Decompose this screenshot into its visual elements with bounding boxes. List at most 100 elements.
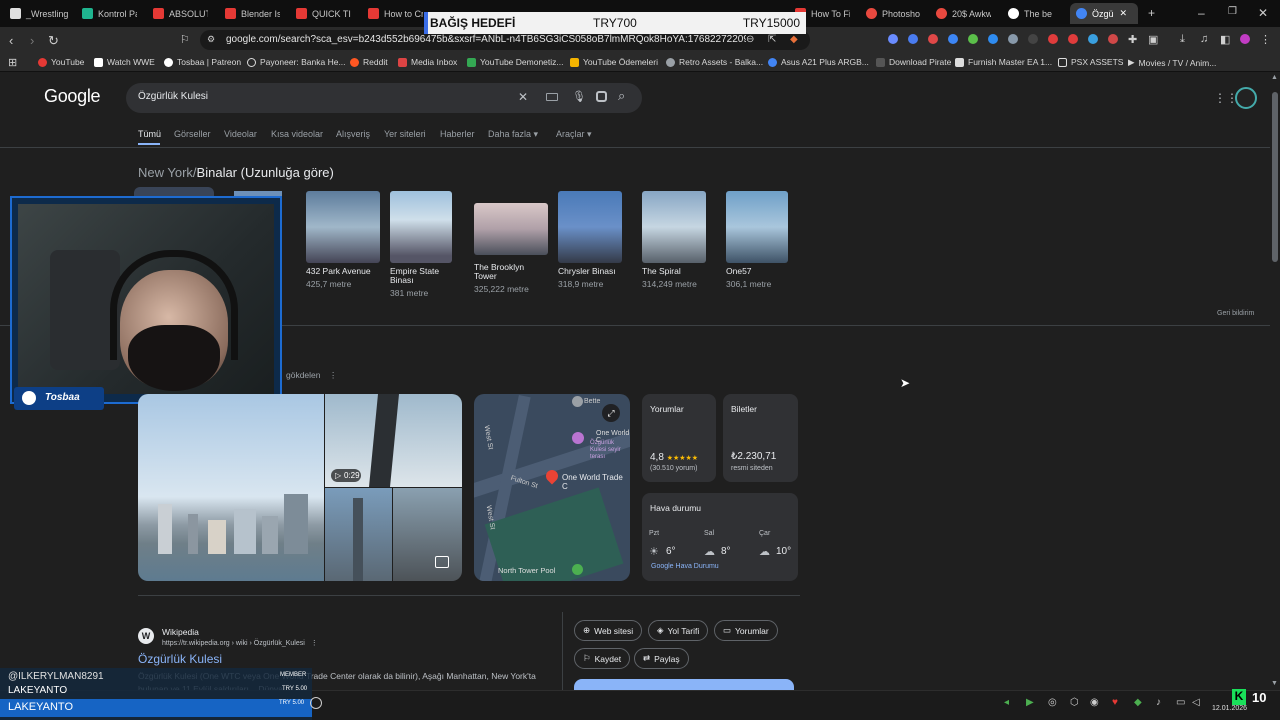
building-card[interactable]: 432 Park Avenue 425,7 metre: [306, 191, 380, 289]
scroll-down-icon[interactable]: ▼: [1271, 680, 1278, 687]
building-card[interactable]: The Spiral 314,249 metre: [642, 191, 706, 289]
nav-news[interactable]: Haberler: [440, 129, 475, 139]
scrollbar-thumb[interactable]: [1272, 92, 1278, 262]
google-logo[interactable]: Google: [44, 86, 101, 107]
search-icon[interactable]: ⌕: [618, 88, 625, 104]
keyboard-icon[interactable]: [546, 93, 558, 101]
website-button[interactable]: ⊕ Web sitesi: [574, 620, 643, 641]
feedback-link[interactable]: Geri bildirim: [1217, 310, 1254, 317]
tray-icon[interactable]: ◂: [1004, 697, 1009, 708]
play-icon[interactable]: ▶: [1026, 697, 1034, 708]
entity-image[interactable]: [325, 488, 392, 581]
tab[interactable]: 20$ Awkw: [936, 3, 991, 24]
weather-link[interactable]: Google Hava Durumu: [651, 563, 719, 570]
extension-icon[interactable]: [1008, 34, 1018, 44]
bookmark-item[interactable]: Furnish Master EA 1...: [955, 57, 1052, 67]
extension-icon[interactable]: [948, 34, 958, 44]
nav-places[interactable]: Yer siteleri: [384, 129, 426, 139]
bookmark-item[interactable]: Tosbaa | Patreon: [164, 57, 241, 67]
menu-icon[interactable]: ⋮: [1260, 33, 1271, 46]
save-button[interactable]: ⚐ Kaydet: [574, 648, 631, 669]
bookmark-folder[interactable]: PSX ASSETS: [1058, 57, 1123, 67]
volume-icon[interactable]: ◁: [1192, 697, 1200, 708]
bookmark-item[interactable]: Reddit: [350, 57, 388, 67]
more-options-icon[interactable]: ⋮: [329, 370, 338, 380]
sidepanel-icon[interactable]: ▣: [1148, 33, 1158, 46]
building-card[interactable]: The Brooklyn Tower 325,222 metre: [474, 191, 548, 294]
nav-tools[interactable]: Araçlar ▾: [556, 129, 592, 140]
extension-icon[interactable]: [1088, 34, 1098, 44]
extension-icon[interactable]: [1108, 34, 1118, 44]
forward-icon[interactable]: ›: [30, 33, 34, 48]
bookmark-item[interactable]: YouTube: [38, 57, 84, 67]
bookmark-item[interactable]: YouTube Demonetiz...: [467, 57, 563, 67]
network-icon[interactable]: ▭: [1176, 697, 1185, 708]
clear-icon[interactable]: ✕: [518, 90, 528, 104]
tray-icon[interactable]: ◎: [1048, 697, 1057, 708]
expand-icon[interactable]: ⤢: [602, 404, 620, 422]
bookmark-item[interactable]: Asus A21 Plus ARGB...: [768, 57, 869, 67]
video-badge[interactable]: ▷ 0:29: [331, 469, 361, 482]
new-tab-icon[interactable]: +: [1148, 6, 1155, 20]
search-query[interactable]: Özgürlük Kulesi: [138, 91, 208, 102]
entity-image[interactable]: [393, 488, 462, 581]
building-card[interactable]: One57 306,1 metre: [726, 191, 788, 289]
tab-active[interactable]: Özgü ✕: [1070, 3, 1138, 24]
breadcrumb-parent[interactable]: New York/: [138, 165, 197, 180]
extension-icon[interactable]: [928, 34, 938, 44]
map-preview[interactable]: Bette One World C Özgürlük Kulesi seyir …: [474, 394, 630, 581]
brave-shield-icon[interactable]: ◆: [790, 34, 798, 45]
mic-icon[interactable]: ♪: [1156, 697, 1161, 708]
taskbar-icon[interactable]: [310, 697, 322, 709]
nav-shopping[interactable]: Alışveriş: [336, 129, 370, 139]
result-title[interactable]: Özgürlük Kulesi: [138, 652, 222, 666]
nav-shorts[interactable]: Kısa videolar: [271, 129, 323, 139]
apps-icon[interactable]: ⊞: [8, 56, 17, 69]
gallery-icon[interactable]: [435, 556, 449, 568]
nav-images[interactable]: Görseller: [174, 129, 211, 139]
lens-icon[interactable]: [596, 91, 607, 102]
tray-icon[interactable]: ♥: [1112, 697, 1118, 708]
tab[interactable]: The be: [1008, 3, 1060, 24]
extension-icon[interactable]: [908, 34, 918, 44]
entity-main-image[interactable]: [138, 394, 324, 581]
tab[interactable]: Kontrol Pa: [82, 3, 137, 24]
tray-icon[interactable]: ⬡: [1070, 697, 1079, 708]
share-button[interactable]: ⇄ Paylaş: [634, 648, 689, 669]
maximize-icon[interactable]: ❐: [1228, 6, 1237, 17]
reload-icon[interactable]: ↻: [48, 33, 59, 49]
extension-icon[interactable]: [1068, 34, 1078, 44]
extension-icon[interactable]: [888, 34, 898, 44]
discord-icon[interactable]: ◉: [1090, 697, 1099, 708]
tickets-card[interactable]: Biletler ₺2.230,71 resmi siteden: [723, 394, 798, 482]
tab[interactable]: Blender Is: [225, 3, 280, 24]
minimize-icon[interactable]: –: [1198, 6, 1205, 20]
download-icon[interactable]: ⤓: [1180, 33, 1185, 46]
more-options-icon[interactable]: ⋮: [311, 640, 318, 647]
result-url[interactable]: https://tr.wikipedia.org › wiki › Özgürl…: [162, 640, 305, 647]
media-icon[interactable]: ♫: [1200, 33, 1208, 45]
tray-icon[interactable]: ◆: [1134, 697, 1142, 708]
extensions-puzzle-icon[interactable]: ✚: [1128, 33, 1137, 46]
nav-videos[interactable]: Videolar: [224, 129, 257, 139]
extension-icon[interactable]: [1028, 34, 1038, 44]
nav-more[interactable]: Daha fazla ▾: [488, 129, 538, 140]
extension-icon[interactable]: [988, 34, 998, 44]
building-card[interactable]: Chrysler Binası 318,9 metre: [558, 191, 622, 289]
tab[interactable]: _Wrestling: [10, 3, 70, 24]
clock-date[interactable]: 12.01.2026: [1212, 705, 1247, 712]
zoom-icon[interactable]: ⊖: [746, 34, 754, 45]
scroll-up-icon[interactable]: ▲: [1271, 74, 1278, 81]
avatar[interactable]: [1235, 87, 1257, 109]
tab[interactable]: Photosho: [866, 3, 921, 24]
site-info-icon[interactable]: ⚙: [207, 34, 215, 45]
extension-icon[interactable]: [968, 34, 978, 44]
nav-all[interactable]: Tümü: [138, 129, 161, 139]
bookmark-item[interactable]: YouTube Ödemeleri: [570, 57, 658, 67]
tab[interactable]: How to Cr: [368, 3, 423, 24]
url-text[interactable]: google.com/search?sca_esv=b243d552b69647…: [226, 34, 746, 45]
close-tab-icon[interactable]: ✕: [1120, 8, 1128, 19]
tab[interactable]: QUICK TIP: [296, 3, 351, 24]
bookmark-item[interactable]: Retro Assets - Balka...: [666, 57, 763, 67]
weather-card[interactable]: Hava durumu Pzt Sal Çar ☀ 6° ☁ 8° ☁ 10° …: [642, 493, 798, 581]
